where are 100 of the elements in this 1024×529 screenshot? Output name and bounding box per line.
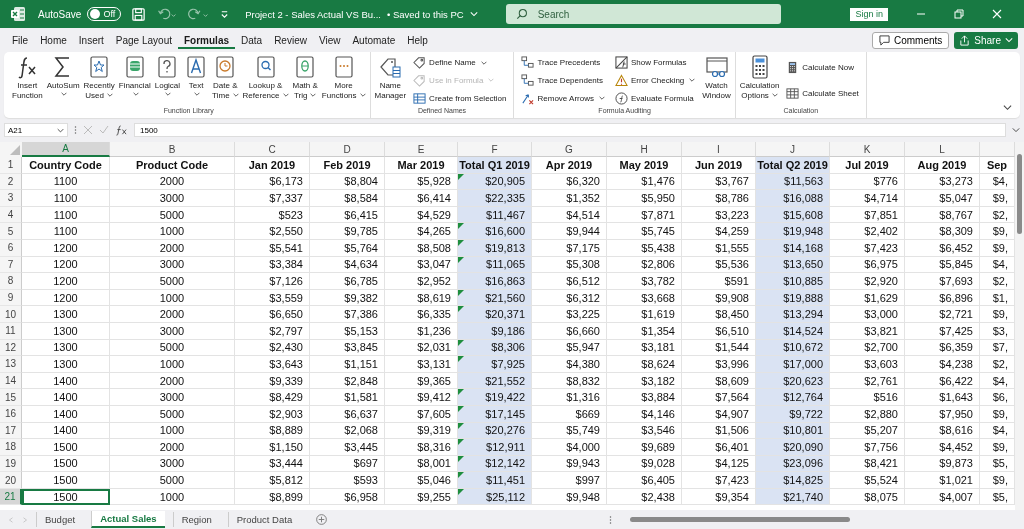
- menu-tab[interactable]: Formulas: [178, 31, 235, 49]
- restore-icon[interactable]: [954, 9, 964, 19]
- ribbon-button[interactable]: AutoSum: [44, 54, 82, 98]
- cancel-icon[interactable]: [83, 125, 93, 135]
- ribbon-button[interactable]: Evaluate Formula: [612, 90, 698, 106]
- add-sheet-icon[interactable]: [316, 514, 328, 525]
- ribbon-button[interactable]: Recently Used: [81, 54, 117, 101]
- ribbon-button[interactable]: Trace Precedents: [519, 55, 607, 71]
- column-header[interactable]: H: [607, 142, 682, 157]
- row-header[interactable]: 1: [0, 157, 22, 174]
- error-flag-icon[interactable]: [458, 439, 464, 446]
- ribbon-button[interactable]: Math & Trig: [290, 54, 320, 101]
- menu-tab[interactable]: Home: [34, 31, 73, 49]
- error-flag-icon[interactable]: [458, 173, 464, 180]
- error-flag-icon[interactable]: [458, 356, 464, 363]
- caret-icon[interactable]: [469, 10, 478, 18]
- function-icon[interactable]: [115, 124, 128, 136]
- column-header[interactable]: D: [310, 142, 385, 157]
- ribbon-button[interactable]: Name Manager: [372, 54, 409, 101]
- customize-icon[interactable]: [220, 9, 230, 19]
- ribbon-button[interactable]: Watch Window: [700, 54, 733, 101]
- menu-tab[interactable]: File: [6, 31, 35, 49]
- error-flag-icon[interactable]: [458, 223, 464, 230]
- row-header[interactable]: 3: [0, 190, 22, 207]
- error-flag-icon[interactable]: [458, 339, 464, 346]
- row-header[interactable]: 10: [0, 306, 22, 323]
- table-cell: $3,643: [235, 356, 310, 373]
- formula-input[interactable]: 1500: [134, 123, 1006, 137]
- row-header[interactable]: 20: [0, 472, 22, 489]
- ribbon-button[interactable]: Create from Selection: [411, 90, 509, 106]
- ribbon-button[interactable]: Financial: [116, 54, 153, 98]
- search-field[interactable]: Search: [505, 4, 781, 24]
- sheet-tab[interactable]: Region: [172, 512, 220, 527]
- ribbon-button[interactable]: Trace Dependents: [519, 73, 607, 88]
- ribbon-button[interactable]: Show Formulas: [612, 55, 698, 71]
- table-cell: $2,438: [607, 488, 682, 506]
- menu-tab[interactable]: Review: [268, 31, 313, 49]
- menu-tab[interactable]: Help: [401, 31, 434, 49]
- ribbon-button[interactable]: Define Name: [411, 55, 509, 71]
- error-flag-icon[interactable]: [458, 289, 464, 296]
- error-flag-icon[interactable]: [458, 239, 464, 246]
- row-header[interactable]: 18: [0, 439, 22, 456]
- comments-button[interactable]: Comments: [871, 31, 950, 49]
- column-header[interactable]: F: [458, 142, 532, 157]
- save-status[interactable]: • Saved to this PC: [386, 8, 464, 20]
- menu-tab[interactable]: Data: [235, 31, 269, 49]
- table-cell: 3000: [110, 389, 235, 406]
- error-flag-icon[interactable]: [458, 472, 464, 479]
- column-header[interactable]: G: [532, 142, 607, 157]
- more-icon[interactable]: [609, 514, 612, 525]
- name-box[interactable]: A21: [4, 123, 68, 137]
- save-icon[interactable]: [131, 6, 147, 22]
- error-flag-icon[interactable]: [458, 256, 464, 263]
- error-flag-icon[interactable]: [458, 455, 464, 462]
- more-icon[interactable]: [74, 125, 77, 135]
- menu-tab[interactable]: View: [312, 31, 347, 49]
- ribbon-button[interactable]: Calculation Options: [737, 54, 782, 101]
- menu-tab[interactable]: Page Layout: [109, 31, 178, 49]
- error-flag-icon[interactable]: [458, 405, 464, 412]
- column-header[interactable]: C: [235, 142, 310, 157]
- ribbon-button[interactable]: Error Checking: [612, 73, 698, 88]
- enter-icon[interactable]: [99, 125, 109, 135]
- ribbon-button[interactable]: Remove Arrows: [519, 90, 607, 106]
- ribbon-button[interactable]: Insert Function: [10, 54, 45, 101]
- select-all-icon[interactable]: [0, 142, 22, 157]
- row-header[interactable]: 13: [0, 356, 22, 373]
- sheet-tab[interactable]: Budget: [36, 512, 84, 527]
- ribbon-button[interactable]: Calculate Now: [784, 59, 861, 75]
- sign-in-button[interactable]: Sign in: [850, 7, 888, 21]
- table-cell: $5,764: [310, 239, 385, 257]
- error-flag-icon[interactable]: [458, 389, 464, 396]
- close-icon[interactable]: [992, 9, 1002, 19]
- column-header[interactable]: L: [905, 142, 980, 157]
- ribbon-button[interactable]: More Functions: [319, 54, 368, 101]
- ribbon-button[interactable]: Lookup & Reference: [240, 54, 291, 101]
- column-header[interactable]: A: [22, 142, 110, 157]
- column-header[interactable]: B: [110, 142, 235, 157]
- ribbon-button[interactable]: Text: [182, 54, 211, 98]
- column-header[interactable]: K: [830, 142, 905, 157]
- sheet-tab[interactable]: Actual Sales: [91, 511, 165, 528]
- error-flag-icon[interactable]: [458, 422, 464, 429]
- row-header[interactable]: 15: [0, 389, 22, 406]
- error-flag-icon[interactable]: [458, 488, 464, 495]
- menu-tab[interactable]: Insert: [72, 31, 110, 49]
- row-header[interactable]: 5: [0, 223, 22, 240]
- sheet-tab[interactable]: Product Data: [227, 512, 301, 527]
- column-header[interactable]: I: [682, 142, 756, 157]
- column-header[interactable]: E: [385, 142, 458, 157]
- menu-tab[interactable]: Automate: [346, 31, 402, 49]
- expand-icon[interactable]: [1012, 126, 1020, 134]
- ribbon-button[interactable]: Calculate Sheet: [784, 86, 861, 102]
- caret-icon[interactable]: [1005, 36, 1013, 44]
- ribbon-button[interactable]: Date & Time: [210, 54, 241, 101]
- table-cell: 1100: [22, 206, 110, 224]
- ribbon-button[interactable]: Logical: [152, 54, 183, 98]
- share-button[interactable]: Share: [954, 31, 1018, 49]
- error-flag-icon[interactable]: [458, 306, 464, 313]
- collapse-ribbon-icon[interactable]: [1003, 103, 1012, 112]
- column-header[interactable]: J: [756, 142, 830, 157]
- row-header[interactable]: 8: [0, 273, 22, 290]
